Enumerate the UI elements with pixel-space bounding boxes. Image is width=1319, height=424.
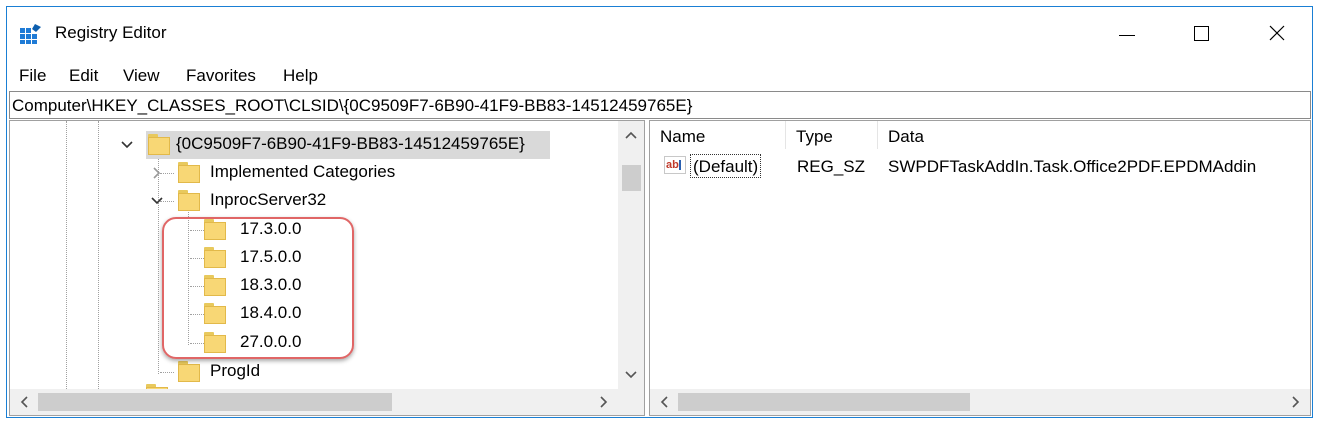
tree-item-label: 17.5.0.0 bbox=[240, 247, 302, 266]
tree-guide-line bbox=[190, 258, 204, 259]
tree-item-implemented-categories[interactable]: Implemented Categories bbox=[150, 159, 450, 187]
scrollbar-thumb[interactable] bbox=[38, 393, 392, 411]
key-tree: {0C9509F7-6B90-41F9-BB83-14512459765E} I… bbox=[10, 121, 618, 389]
tree-item-inprocserver32[interactable]: InprocServer32 bbox=[150, 187, 450, 215]
tree-item-label: 17.3.0.0 bbox=[240, 219, 302, 238]
maximize-icon bbox=[1193, 25, 1209, 41]
column-header-data[interactable]: Data bbox=[878, 121, 1310, 149]
folder-icon bbox=[204, 303, 228, 325]
tree-item-version[interactable]: 18.3.0.0 bbox=[204, 272, 404, 300]
address-bar[interactable]: Computer\HKEY_CLASSES_ROOT\CLSID\{0C9509… bbox=[9, 91, 1311, 119]
chevron-right-icon[interactable] bbox=[150, 166, 164, 180]
tree-guide-line bbox=[98, 121, 99, 389]
scrollbar-thumb[interactable] bbox=[678, 393, 970, 411]
tree-item-label: 18.4.0.0 bbox=[240, 303, 302, 322]
scroll-left-arrow-icon[interactable] bbox=[654, 392, 674, 412]
chevron-down-icon[interactable] bbox=[120, 138, 134, 152]
tree-guide-line bbox=[190, 286, 204, 287]
tree-item-progid[interactable]: ProgId bbox=[174, 358, 374, 386]
folder-icon bbox=[178, 361, 202, 383]
tree-guide-line bbox=[190, 343, 204, 344]
scroll-right-arrow-icon[interactable] bbox=[1286, 392, 1306, 412]
value-row[interactable]: ab (Default) REG_SZ SWPDFTaskAddIn.Task.… bbox=[650, 154, 1310, 187]
tree-horizontal-scrollbar[interactable] bbox=[10, 389, 644, 415]
menu-view[interactable]: View bbox=[123, 66, 160, 86]
folder-icon bbox=[204, 332, 228, 354]
column-header-type[interactable]: Type bbox=[786, 121, 878, 149]
column-header-name[interactable]: Name bbox=[650, 121, 786, 149]
tree-guide-line bbox=[66, 121, 67, 389]
tree-item-version[interactable]: 17.5.0.0 bbox=[204, 244, 404, 272]
chevron-down-icon[interactable] bbox=[150, 194, 164, 208]
folder-icon bbox=[204, 275, 228, 297]
menu-help[interactable]: Help bbox=[283, 66, 318, 86]
string-value-icon: ab bbox=[664, 156, 686, 174]
folder-icon bbox=[204, 247, 228, 269]
folder-icon bbox=[204, 219, 228, 241]
scrollbar-thumb[interactable] bbox=[622, 165, 641, 191]
value-data: SWPDFTaskAddIn.Task.Office2PDF.EPDMAddin bbox=[888, 157, 1257, 176]
tree-item-label: {0C9509F7-6B90-41F9-BB83-14512459765E} bbox=[176, 134, 525, 153]
scroll-down-arrow-icon[interactable] bbox=[621, 365, 641, 385]
scroll-up-arrow-icon[interactable] bbox=[621, 125, 641, 145]
title-bar: Registry Editor bbox=[7, 7, 1312, 59]
values-list-pane[interactable]: Name Type Data ab (Default) REG_SZ SWPDF… bbox=[649, 120, 1311, 416]
tree-item-version[interactable]: 27.0.0.0 bbox=[204, 329, 404, 357]
tree-guide-line bbox=[188, 205, 189, 345]
value-name[interactable]: (Default) bbox=[690, 154, 762, 178]
values-horizontal-scrollbar[interactable] bbox=[650, 389, 1310, 415]
value-type: REG_SZ bbox=[797, 157, 866, 176]
tree-guide-line bbox=[190, 314, 204, 315]
folder-icon bbox=[178, 190, 202, 212]
tree-guide-line bbox=[160, 372, 174, 373]
maximize-button[interactable] bbox=[1171, 7, 1231, 59]
close-button[interactable] bbox=[1247, 7, 1307, 59]
minimize-button[interactable] bbox=[1097, 7, 1157, 59]
scroll-right-arrow-icon[interactable] bbox=[594, 392, 614, 412]
menu-edit[interactable]: Edit bbox=[69, 66, 98, 86]
tree-item-label: Implemented Categories bbox=[210, 162, 396, 181]
close-icon bbox=[1269, 25, 1285, 41]
folder-icon bbox=[148, 134, 172, 156]
svg-text:ab: ab bbox=[666, 159, 679, 171]
tree-item-label: 27.0.0.0 bbox=[240, 332, 302, 351]
scroll-left-arrow-icon[interactable] bbox=[14, 392, 34, 412]
menu-file[interactable]: File bbox=[19, 66, 46, 86]
tree-item-label: ProgId bbox=[210, 361, 261, 380]
menu-bar: File Edit View Favorites Help bbox=[7, 62, 1312, 90]
window-title: Registry Editor bbox=[55, 23, 167, 42]
minimize-icon bbox=[1119, 34, 1135, 36]
key-tree-pane[interactable]: {0C9509F7-6B90-41F9-BB83-14512459765E} I… bbox=[9, 120, 645, 416]
registry-editor-app-icon bbox=[20, 24, 41, 44]
folder-icon bbox=[178, 162, 202, 184]
tree-item-label: InprocServer32 bbox=[210, 190, 327, 209]
tree-vertical-scrollbar[interactable] bbox=[618, 121, 644, 389]
tree-guide-line bbox=[190, 230, 204, 231]
tree-item-label: 18.3.0.0 bbox=[240, 275, 302, 294]
tree-item-version[interactable]: 17.3.0.0 bbox=[204, 216, 404, 244]
menu-favorites[interactable]: Favorites bbox=[186, 66, 256, 86]
tree-item-version[interactable]: 18.4.0.0 bbox=[204, 300, 404, 328]
tree-item-clsid-key[interactable]: {0C9509F7-6B90-41F9-BB83-14512459765E} bbox=[110, 131, 550, 159]
registry-editor-window: Registry Editor File Edit View Favorites… bbox=[6, 6, 1313, 418]
